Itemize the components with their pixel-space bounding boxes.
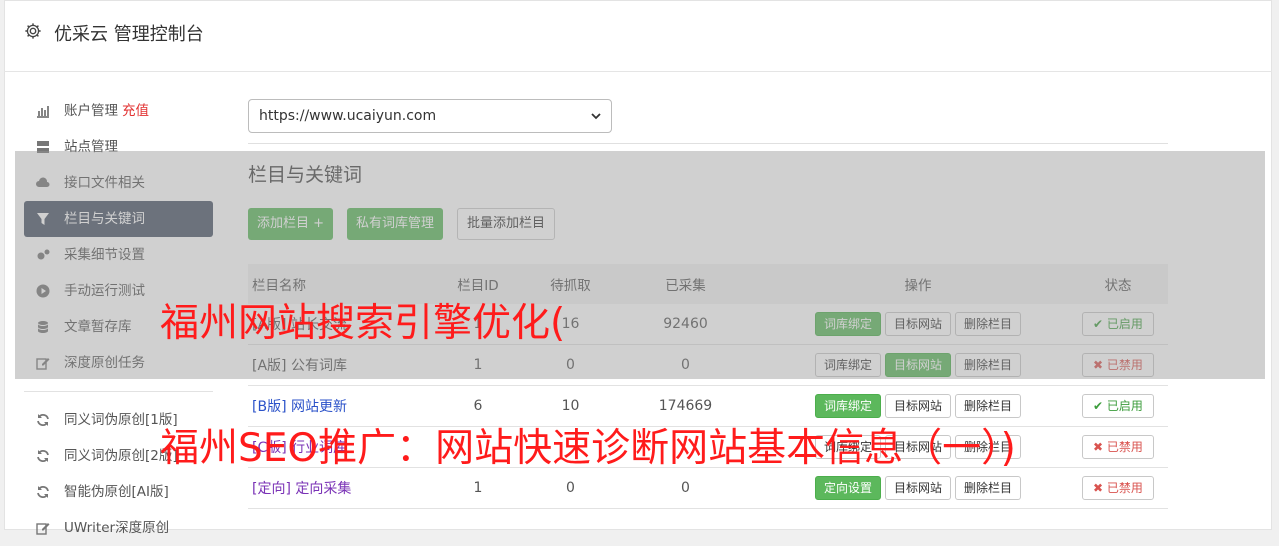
recharge-link[interactable]: 充值 — [122, 103, 149, 119]
site-select-value: https://www.ucaiyun.com — [259, 108, 437, 124]
page-title: 优采云 管理控制台 — [54, 24, 204, 45]
status-label: 已禁用 — [1106, 440, 1143, 454]
column-name[interactable]: [B版] 网站更新 — [252, 399, 347, 415]
delete-column-button[interactable]: 删除栏目 — [955, 394, 1022, 418]
sidebar-item-ai-rewrite[interactable]: 智能伪原创[AI版] — [24, 474, 213, 510]
app-header: 优采云 管理控制台 — [4, 0, 1272, 72]
column-collected: 0 — [603, 467, 768, 509]
gear-icon — [25, 23, 41, 39]
table-row: [定向] 定向采集 1 0 0 定向设置 目标网站 删除栏目 ✖ 已禁用 — [248, 467, 1168, 509]
target-site-button[interactable]: 目标网站 — [884, 476, 951, 500]
directed-settings-button[interactable]: 定向设置 — [814, 476, 881, 500]
sidebar-divider — [24, 391, 213, 392]
divider — [248, 143, 1168, 144]
edit-icon — [36, 523, 50, 535]
column-pending: 0 — [538, 467, 603, 509]
status-label: 已启用 — [1106, 399, 1143, 413]
sidebar-item-label: 账户管理 — [64, 103, 118, 119]
refresh-icon — [37, 450, 49, 462]
target-site-button[interactable]: 目标网站 — [884, 394, 951, 418]
lexicon-bind-button[interactable]: 词库绑定 — [814, 394, 881, 418]
bar-chart-icon — [37, 106, 49, 118]
refresh-icon — [37, 414, 49, 426]
status-toggle[interactable]: ✔ 已启用 — [1082, 394, 1154, 418]
sidebar-item-label: 智能伪原创[AI版] — [64, 484, 169, 500]
status-toggle[interactable]: ✖ 已禁用 — [1082, 435, 1154, 459]
watermark-line-2: 福州SEO推广：网站快速诊断网站基本信息（一）) — [160, 426, 1016, 471]
column-id: 1 — [418, 467, 538, 509]
delete-column-button[interactable]: 删除栏目 — [955, 476, 1022, 500]
column-name[interactable]: [定向] 定向采集 — [252, 481, 351, 497]
refresh-icon — [37, 486, 49, 498]
status-toggle[interactable]: ✖ 已禁用 — [1082, 476, 1154, 500]
sidebar-item-account[interactable]: 账户管理 充值 — [24, 93, 213, 129]
chevron-down-icon — [591, 113, 601, 120]
sidebar-item-label: UWriter深度原创 — [64, 520, 170, 536]
main-content: https://www.ucaiyun.com 栏目与关键词 添加栏目 + 私有… — [248, 99, 1168, 509]
sidebar-item-uwriter[interactable]: UWriter深度原创 — [24, 510, 213, 546]
status-label: 已禁用 — [1106, 481, 1143, 495]
watermark-line-1: 福州网站搜索引擎优化( — [160, 301, 566, 346]
site-select[interactable]: https://www.ucaiyun.com — [248, 99, 612, 133]
